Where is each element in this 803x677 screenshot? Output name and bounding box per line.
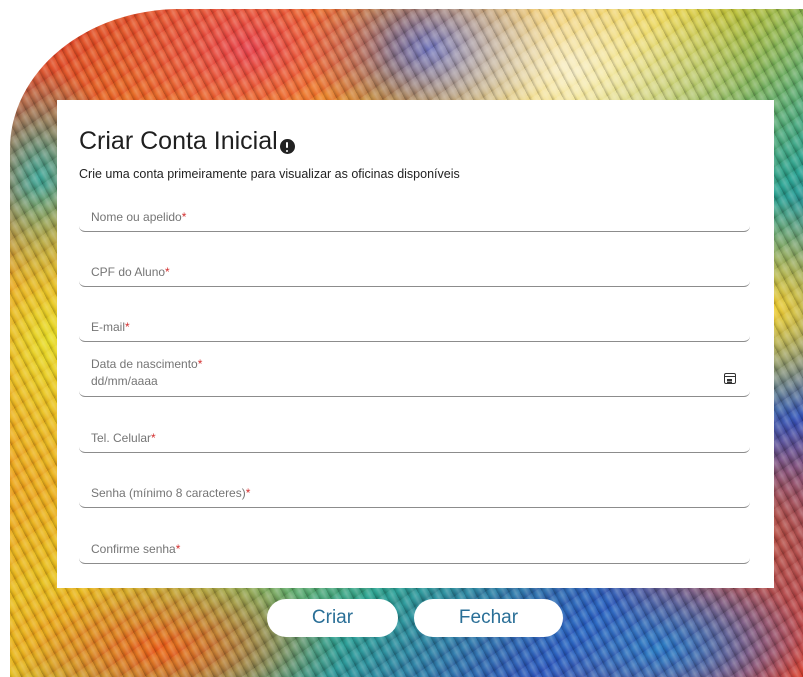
dialog-subtitle: Crie uma conta primeiramente para visual… [79, 167, 460, 181]
phone-field-label: Tel. Celular* [91, 431, 156, 445]
required-marker: * [125, 320, 130, 334]
name-field-label: Nome ou apelido* [91, 210, 187, 224]
create-account-dialog: Criar Conta Inicial Crie uma conta prime… [57, 100, 774, 588]
required-marker: * [245, 486, 251, 500]
required-marker: * [151, 431, 156, 445]
name-field[interactable]: Nome ou apelido* [79, 205, 750, 232]
calendar-icon[interactable] [724, 373, 736, 384]
cpf-field[interactable]: CPF do Aluno* [79, 260, 750, 287]
password-field-label: Senha (mínimo 8 caracteres)* [91, 486, 251, 500]
birthdate-field[interactable]: Data de nascimento* dd/mm/aaaa [79, 350, 750, 397]
confirm-password-field[interactable]: Confirme senha* [79, 537, 750, 564]
phone-field[interactable]: Tel. Celular* [79, 426, 750, 453]
required-marker: * [197, 357, 203, 371]
birthdate-field-label: Data de nascimento* [91, 357, 203, 371]
info-icon[interactable] [279, 139, 295, 154]
email-field[interactable]: E-mail* [79, 315, 750, 342]
password-field[interactable]: Senha (mínimo 8 caracteres)* [79, 481, 750, 508]
cpf-field-label: CPF do Aluno* [91, 265, 170, 279]
dialog-title: Criar Conta Inicial [79, 127, 295, 156]
email-field-label: E-mail* [91, 320, 130, 334]
required-marker: * [165, 265, 170, 279]
confirm-password-field-label: Confirme senha* [91, 542, 181, 556]
required-marker: * [175, 542, 181, 556]
dialog-title-text: Criar Conta Inicial [79, 127, 278, 155]
close-button[interactable]: Fechar [414, 599, 563, 637]
required-marker: * [181, 210, 187, 224]
create-button[interactable]: Criar [267, 599, 398, 637]
birthdate-value: dd/mm/aaaa [91, 374, 158, 388]
